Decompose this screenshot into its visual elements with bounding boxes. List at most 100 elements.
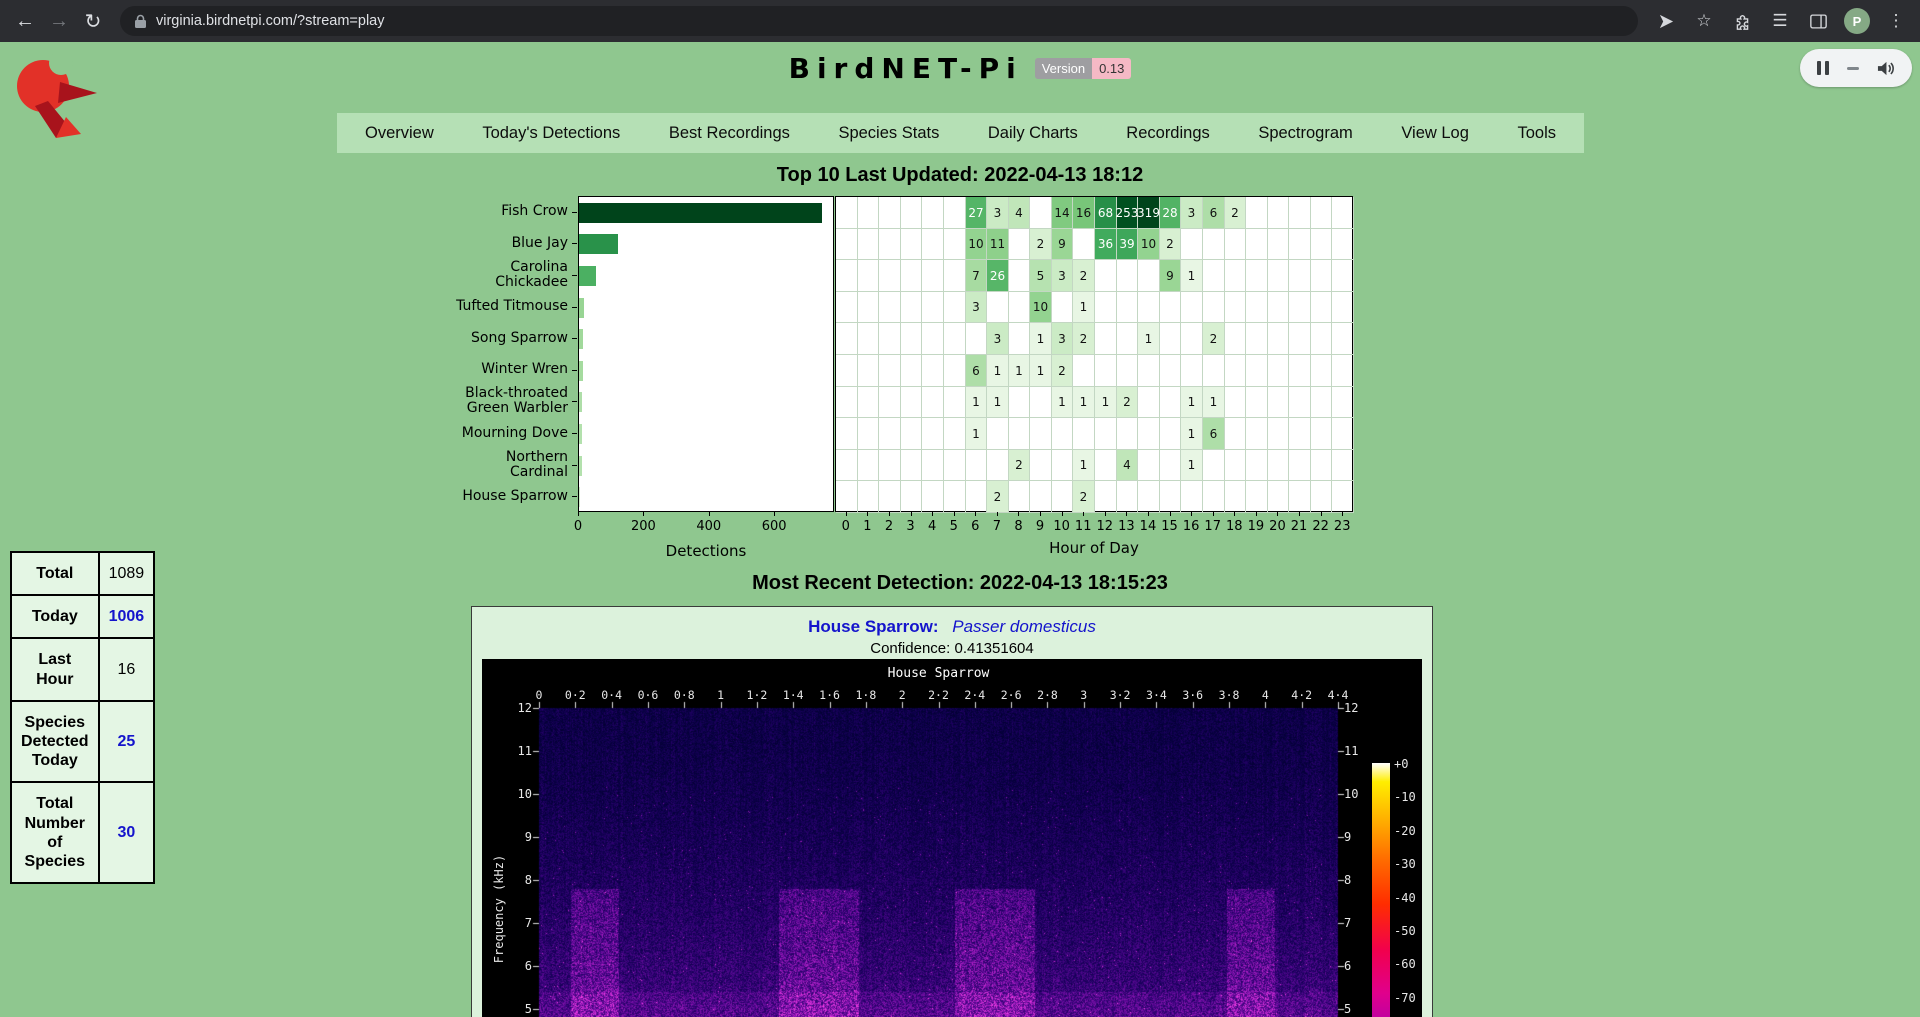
- heatmap-cell: 1: [1030, 323, 1052, 355]
- volume-icon[interactable]: [1876, 60, 1895, 77]
- top10-heading: Top 10 Last Updated: 2022-04-13 18:12: [0, 164, 1920, 187]
- heatmap-cell: [1332, 229, 1354, 260]
- detections-bar: [579, 234, 618, 254]
- address-bar[interactable]: virginia.birdnetpi.com/?stream=play: [120, 6, 1638, 36]
- hour-tick: [1342, 512, 1343, 516]
- nav-item-today-s-detections[interactable]: Today's Detections: [482, 124, 620, 143]
- detections-bar: [579, 266, 596, 286]
- back-icon[interactable]: ←: [8, 4, 42, 38]
- spec-ytick-label: 6: [498, 959, 532, 973]
- hour-tick-label: 8: [1007, 519, 1029, 534]
- side-panel-icon[interactable]: [1806, 9, 1830, 33]
- heatmap-cell: [1052, 418, 1073, 450]
- heatmap-cell: 3: [1052, 323, 1073, 355]
- heatmap-cell: [987, 418, 1009, 450]
- hour-heatmap-plot: 2734141668253319283621011293639102726532…: [835, 196, 1353, 512]
- heatmap-cell: [1073, 355, 1095, 387]
- nav-item-view-log[interactable]: View Log: [1401, 124, 1469, 143]
- forward-icon[interactable]: →: [42, 4, 76, 38]
- nav-item-recordings[interactable]: Recordings: [1126, 124, 1209, 143]
- nav-item-daily-charts[interactable]: Daily Charts: [988, 124, 1078, 143]
- nav-item-overview[interactable]: Overview: [365, 124, 434, 143]
- heatmap-cell: [922, 292, 944, 323]
- heatmap-cell: 1: [1030, 355, 1052, 387]
- heatmap-cell: [1138, 387, 1160, 418]
- heatmap-cell: [1138, 481, 1160, 513]
- extensions-puzzle-icon[interactable]: [1730, 9, 1754, 33]
- colorbar-tick-label: -20: [1394, 824, 1416, 838]
- heatmap-cell: [1009, 387, 1030, 418]
- summary-value-link[interactable]: 30: [117, 824, 135, 841]
- heatmap-cell: [1225, 229, 1246, 260]
- bookmark-star-icon[interactable]: ☆: [1692, 9, 1716, 33]
- heatmap-cell: [1311, 387, 1332, 418]
- heatmap-cell: [944, 481, 966, 513]
- species-label: Tufted Titmouse: [378, 299, 568, 314]
- heatmap-cell: [1246, 481, 1268, 513]
- scientific-name-link[interactable]: Passer domesticus: [952, 617, 1096, 636]
- spec-ytick-label: 10: [498, 787, 532, 801]
- colorbar-tick-label: -30: [1394, 857, 1416, 871]
- colorbar-tick-label: -70: [1394, 991, 1416, 1005]
- recent-detection-panel: House Sparrow: Passer domesticus Confide…: [471, 606, 1433, 1017]
- heatmap-cell: 3: [987, 323, 1009, 355]
- heatmap-cell: [1268, 292, 1289, 323]
- species-label: CarolinaChickadee: [378, 260, 568, 290]
- heatmap-cell: [1160, 387, 1181, 418]
- heatmap-cell: [836, 197, 858, 229]
- nav-item-best-recordings[interactable]: Best Recordings: [669, 124, 790, 143]
- heatmap-cell: 2: [1009, 450, 1030, 481]
- species-label: Black-throatedGreen Warbler: [378, 386, 568, 416]
- heatmap-cell: [1160, 355, 1181, 387]
- hour-tick: [1256, 512, 1257, 516]
- hour-tick: [1018, 512, 1019, 516]
- heatmap-cell: [1268, 450, 1289, 481]
- heatmap-cell: [1203, 481, 1225, 513]
- heatmap-cell: [944, 197, 966, 229]
- summary-value: 1006: [99, 595, 155, 638]
- heatmap-cell: [879, 292, 901, 323]
- nav-item-tools[interactable]: Tools: [1517, 124, 1556, 143]
- hour-tick-label: 19: [1245, 519, 1267, 534]
- species-link[interactable]: House Sparrow:: [808, 617, 938, 636]
- heatmap-cell: [1160, 481, 1181, 513]
- heatmap-cell: [1311, 450, 1332, 481]
- heatmap-cell: [1030, 418, 1052, 450]
- heatmap-cell: [966, 450, 987, 481]
- audio-player[interactable]: [1800, 49, 1912, 87]
- detection-title: House Sparrow: Passer domesticus: [472, 617, 1432, 637]
- heatmap-cell: 6: [1203, 418, 1225, 450]
- heatmap-cell: [901, 450, 922, 481]
- send-icon[interactable]: [1654, 9, 1678, 33]
- heatmap-cell: [879, 418, 901, 450]
- heatmap-cell: [1311, 355, 1332, 387]
- hour-tick-label: 17: [1202, 519, 1224, 534]
- hour-tick-label: 12: [1094, 519, 1116, 534]
- reading-list-icon[interactable]: ☰: [1768, 9, 1792, 33]
- summary-value-link[interactable]: 25: [117, 733, 135, 750]
- summary-value-link[interactable]: 1006: [109, 608, 145, 625]
- reload-icon[interactable]: ↻: [76, 4, 110, 38]
- heatmap-cell: [1225, 260, 1246, 292]
- heatmap-cell: [1246, 323, 1268, 355]
- heatmap-cell: [1181, 481, 1203, 513]
- spec-ytick-label: 11: [1344, 744, 1378, 758]
- y-tick: [572, 338, 577, 339]
- pause-icon[interactable]: [1817, 61, 1829, 75]
- heatmap-cell: [922, 450, 944, 481]
- heatmap-cell: [1181, 292, 1203, 323]
- x-tick: [709, 512, 710, 516]
- heatmap-cell: 36: [1095, 229, 1117, 260]
- heatmap-cell: [836, 260, 858, 292]
- nav-item-spectrogram[interactable]: Spectrogram: [1258, 124, 1352, 143]
- heatmap-cell: [1095, 481, 1117, 513]
- heatmap-cell: [1246, 197, 1268, 229]
- species-label: Mourning Dove: [378, 426, 568, 441]
- heatmap-cell: [1332, 292, 1354, 323]
- heatmap-cell: [1268, 418, 1289, 450]
- heatmap-cell: [1289, 197, 1311, 229]
- menu-kebab-icon[interactable]: ⋮: [1884, 9, 1908, 33]
- y-tick: [572, 275, 577, 276]
- nav-item-species-stats[interactable]: Species Stats: [838, 124, 939, 143]
- profile-avatar[interactable]: P: [1844, 8, 1870, 34]
